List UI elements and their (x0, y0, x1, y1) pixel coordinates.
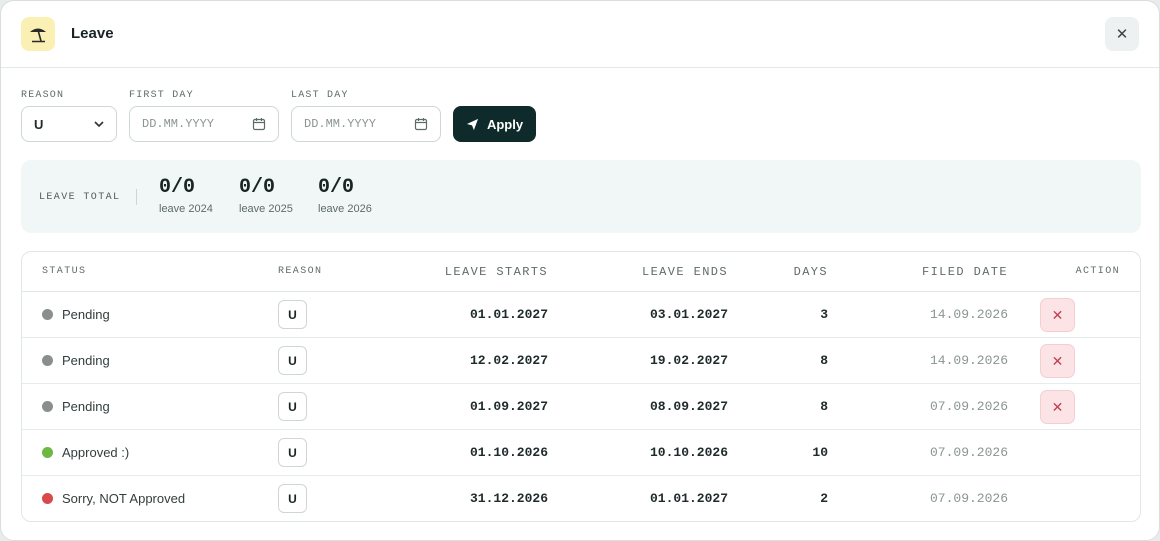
status-text: Pending (62, 307, 110, 322)
days-cell: 3 (820, 307, 828, 322)
status-dot (42, 493, 53, 504)
reason-badge: U (278, 484, 307, 513)
column-reason: REASON (278, 266, 323, 277)
reason-select[interactable]: U (21, 106, 117, 142)
reason-badge: U (278, 392, 307, 421)
filed-date-cell: 14.09.2026 (929, 307, 1008, 322)
reason-label: REASON (21, 90, 65, 101)
last-day-label: LAST DAY (291, 90, 349, 101)
filed-date-cell: 07.09.2026 (929, 491, 1008, 506)
reason-badge: U (278, 438, 307, 467)
leave-stat-value: 0/0 (159, 176, 196, 199)
reason-badge: U (278, 346, 307, 375)
leave-starts-cell: 31.12.2026 (469, 491, 548, 506)
leave-stat-2026: 0/0 leave 2026 (318, 176, 372, 215)
status-text: Pending (62, 399, 110, 414)
cancel-request-button[interactable]: ✕ (1040, 390, 1075, 424)
apply-button-label: Apply (486, 116, 524, 132)
leave-ends-cell: 08.09.2027 (649, 399, 728, 414)
status-text: Sorry, NOT Approved (62, 491, 186, 506)
leave-stat-2025: 0/0 leave 2025 (239, 176, 293, 215)
close-icon: ✕ (1051, 306, 1064, 323)
reason-select-value: U (34, 116, 44, 132)
summary-divider (136, 189, 137, 205)
cancel-request-button[interactable]: ✕ (1040, 344, 1075, 378)
leave-stat-caption: leave 2025 (239, 203, 293, 215)
close-icon: ✕ (1051, 352, 1064, 369)
chevron-down-icon (94, 121, 104, 128)
table-row: Approved :) U 01.10.2026 10.10.2026 10 0… (22, 430, 1140, 476)
leave-starts-cell: 01.09.2027 (469, 399, 548, 414)
column-action: ACTION (1075, 266, 1120, 277)
column-leave-starts: LEAVE STARTS (444, 265, 548, 279)
leave-dialog: Leave ✕ REASON U FIRST DAY DD.MM.YYYY LA… (0, 0, 1160, 541)
first-day-placeholder: DD.MM.YYYY (142, 117, 215, 131)
leave-ends-cell: 03.01.2027 (649, 307, 728, 322)
leave-stat-value: 0/0 (239, 176, 276, 199)
column-days: DAYS (793, 265, 828, 279)
cancel-request-button[interactable]: ✕ (1040, 298, 1075, 332)
table-row: Pending U 12.02.2027 19.02.2027 8 14.09.… (22, 338, 1140, 384)
leave-starts-cell: 01.10.2026 (469, 445, 548, 460)
dialog-title: Leave (71, 25, 114, 42)
close-icon: ✕ (1051, 398, 1064, 415)
leave-total-label: LEAVE TOTAL (39, 192, 121, 203)
leave-ends-cell: 10.10.2026 (649, 445, 728, 460)
leave-starts-cell: 12.02.2027 (469, 353, 548, 368)
days-cell: 8 (820, 399, 828, 414)
leave-stat-caption: leave 2024 (159, 203, 213, 215)
status-dot (42, 355, 53, 366)
days-cell: 10 (812, 445, 828, 460)
send-icon (466, 118, 479, 130)
last-day-input[interactable]: DD.MM.YYYY (291, 106, 441, 142)
days-cell: 8 (820, 353, 828, 368)
calendar-icon (414, 118, 428, 131)
apply-button[interactable]: Apply (453, 106, 536, 142)
reason-badge: U (278, 300, 307, 329)
days-cell: 2 (820, 491, 828, 506)
beach-umbrella-icon (21, 17, 55, 51)
filed-date-cell: 14.09.2026 (929, 353, 1008, 368)
leave-stat-caption: leave 2026 (318, 203, 372, 215)
leave-total-summary: LEAVE TOTAL 0/0 leave 2024 0/0 leave 202… (21, 160, 1141, 233)
last-day-placeholder: DD.MM.YYYY (304, 117, 377, 131)
leave-starts-cell: 01.01.2027 (469, 307, 548, 322)
leave-ends-cell: 01.01.2027 (649, 491, 728, 506)
table-row: Pending U 01.09.2027 08.09.2027 8 07.09.… (22, 384, 1140, 430)
column-filed-date: FILED DATE (921, 265, 1008, 279)
dialog-header: Leave ✕ (1, 1, 1159, 68)
column-leave-ends: LEAVE ENDS (641, 265, 728, 279)
status-text: Pending (62, 353, 110, 368)
table-row: Sorry, NOT Approved U 31.12.2026 01.01.2… (22, 476, 1140, 521)
filed-date-cell: 07.09.2026 (929, 399, 1008, 414)
status-text: Approved :) (62, 445, 130, 460)
close-button[interactable]: ✕ (1105, 17, 1139, 51)
leave-table: STATUS REASON LEAVE STARTS LEAVE ENDS DA… (21, 251, 1141, 522)
status-dot (42, 401, 53, 412)
first-day-input[interactable]: DD.MM.YYYY (129, 106, 279, 142)
status-dot (42, 309, 53, 320)
calendar-icon (252, 118, 266, 131)
table-header: STATUS REASON LEAVE STARTS LEAVE ENDS DA… (22, 252, 1140, 292)
table-row: Pending U 01.01.2027 03.01.2027 3 14.09.… (22, 292, 1140, 338)
leave-stat-2024: 0/0 leave 2024 (159, 176, 213, 215)
status-dot (42, 447, 53, 458)
column-status: STATUS (42, 266, 87, 277)
filed-date-cell: 07.09.2026 (929, 445, 1008, 460)
close-icon: ✕ (1115, 26, 1129, 43)
leave-stat-value: 0/0 (318, 176, 355, 199)
leave-ends-cell: 19.02.2027 (649, 353, 728, 368)
first-day-label: FIRST DAY (129, 90, 194, 101)
